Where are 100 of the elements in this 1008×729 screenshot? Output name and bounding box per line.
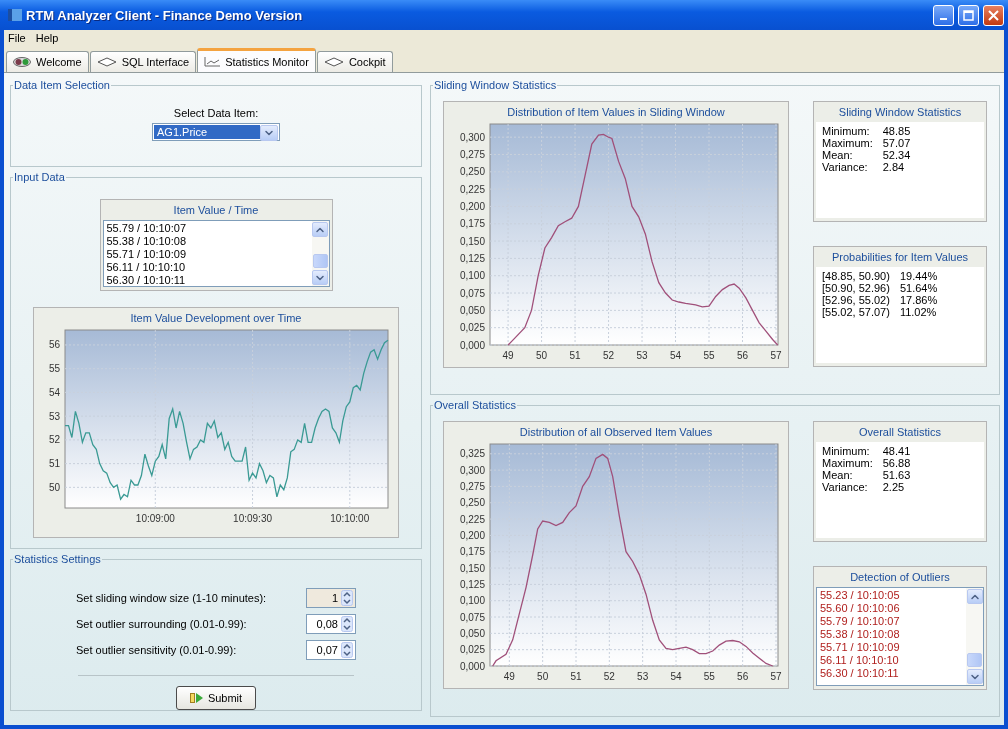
- section-title: Data Item Selection: [13, 79, 111, 91]
- list-item[interactable]: 56.11 / 10:10:10: [106, 261, 312, 274]
- axis-label: 0,050: [459, 304, 485, 316]
- axis-label: 0,100: [459, 270, 485, 282]
- axis-label: 0,175: [459, 546, 485, 558]
- stat-label: Mean:: [822, 469, 854, 481]
- stat-label: Maximum:: [822, 457, 873, 469]
- number-spinner[interactable]: 0,07: [306, 640, 356, 660]
- list-item[interactable]: 56.11 / 10:10:10: [820, 654, 966, 667]
- stat-value: 11.02%: [899, 306, 938, 318]
- close-icon: [988, 9, 999, 21]
- scroll-down-button[interactable]: [966, 669, 983, 684]
- axis-label: 0,300: [459, 464, 485, 476]
- list-item[interactable]: 55.60 / 10:10:06: [820, 602, 966, 615]
- close-button[interactable]: [983, 4, 1004, 26]
- tab[interactable]: Statistics Monitor: [197, 48, 316, 72]
- axis-label: 50: [48, 481, 60, 493]
- axis-label: 55: [703, 671, 715, 682]
- axis-label: 54: [48, 386, 60, 398]
- axis-label: 55: [48, 363, 60, 375]
- minimize-icon: [940, 18, 947, 20]
- stat-label: [50.90, 52.96): [822, 282, 890, 294]
- axis-label: 53: [48, 410, 60, 422]
- axis-label: 49: [503, 671, 515, 682]
- list-item[interactable]: 55.38 / 10:10:08: [106, 235, 312, 248]
- axis-label: 0,325: [459, 448, 485, 460]
- list-item[interactable]: 56.30 / 10:10:11: [820, 667, 966, 680]
- tab[interactable]: Cockpit: [316, 51, 393, 72]
- scroll-thumb[interactable]: [967, 653, 982, 667]
- stat-value: 2.84: [882, 161, 906, 173]
- axis-label: 54: [669, 350, 682, 361]
- diamond-icon: [323, 57, 344, 67]
- axis-label: 57: [770, 671, 782, 682]
- stat-value: 48.85: [882, 125, 912, 137]
- submit-button[interactable]: Submit: [176, 686, 256, 710]
- list-item[interactable]: 55.71 / 10:10:09: [106, 248, 312, 261]
- window-title: RTM Analyzer Client - Finance Demo Version: [26, 7, 304, 23]
- number-spinner[interactable]: 0,08: [306, 614, 356, 634]
- play-icon: [189, 692, 204, 704]
- axis-label: 51: [48, 458, 60, 470]
- axis-label: 52: [603, 350, 615, 361]
- axis-label: 0,300: [459, 131, 485, 143]
- maximize-icon: [963, 9, 974, 21]
- section-title: Statistics Settings: [13, 553, 102, 565]
- scrollbar[interactable]: [311, 221, 329, 286]
- panel-title: Probabilities for Item Values: [830, 250, 970, 265]
- stat-label: Variance:: [822, 481, 869, 493]
- menu-item[interactable]: File: [8, 32, 26, 44]
- scroll-thumb[interactable]: [312, 254, 328, 268]
- scroll-up-button[interactable]: [966, 589, 983, 604]
- list-item[interactable]: 55.79 / 10:10:07: [820, 615, 966, 628]
- list-item[interactable]: 55.38 / 10:10:08: [820, 628, 966, 641]
- stat-value: 57.07: [882, 137, 912, 149]
- scrollbar[interactable]: [966, 588, 983, 685]
- list-item[interactable]: 55.79 / 10:10:07: [106, 222, 312, 235]
- stat-label: Minimum:: [822, 445, 871, 457]
- stat-value: 51.63: [882, 469, 912, 481]
- axis-label: 0,150: [459, 562, 485, 574]
- menu-item[interactable]: Help: [35, 32, 59, 44]
- stat-value: 51.64%: [899, 282, 939, 294]
- section-title: Sliding Window Statistics: [433, 79, 558, 91]
- dropdown-button[interactable]: [260, 125, 278, 141]
- axis-label: 56: [48, 339, 60, 351]
- eyes-icon: [13, 57, 31, 67]
- scroll-down-button[interactable]: [312, 270, 328, 285]
- axis-label: 10:10:00: [330, 513, 370, 524]
- axis-label: 10:09:30: [233, 513, 272, 524]
- stat-value: 48.41: [882, 445, 912, 457]
- axis-label: 0,050: [459, 627, 485, 639]
- stat-value: 19.44%: [899, 270, 939, 282]
- tab[interactable]: Welcome: [6, 51, 89, 72]
- axis-label: 0,275: [459, 149, 485, 160]
- spin-arrows-icon[interactable]: [341, 642, 353, 658]
- axis-label: 0,025: [459, 322, 485, 334]
- stat-value: 2.25: [882, 481, 906, 493]
- maximize-button[interactable]: [958, 4, 979, 26]
- axis-label: 0,075: [459, 287, 485, 299]
- setting-label: Set sliding window size (1-10 minutes):: [76, 592, 267, 604]
- data-item-dropdown[interactable]: AG1.Price: [152, 123, 280, 141]
- stat-label: Variance:: [822, 161, 869, 173]
- axis-label: 0,200: [459, 529, 485, 541]
- list-item[interactable]: 55.23 / 10:10:05: [820, 589, 966, 602]
- stat-value: 56.88: [882, 457, 912, 469]
- axis-label: 0,250: [459, 497, 485, 509]
- axis-label: 10:09:00: [135, 513, 175, 524]
- axis-label: 57: [770, 350, 782, 361]
- axis-label: 0,150: [459, 235, 485, 247]
- list-item[interactable]: 55.71 / 10:10:09: [820, 641, 966, 654]
- axis-label: 53: [636, 350, 648, 361]
- axis-label: 0,250: [459, 166, 485, 178]
- minimize-button[interactable]: [933, 4, 954, 26]
- panel-title: Sliding Window Statistics: [837, 105, 963, 120]
- axis-label: 50: [537, 671, 549, 682]
- list-item[interactable]: 56.30 / 10:10:11: [106, 274, 312, 287]
- panel-title: Item Value / Time: [172, 203, 260, 218]
- stat-label: Minimum:: [822, 125, 871, 137]
- tab[interactable]: SQL Interface: [89, 51, 197, 72]
- stat-label: [48.85, 50.90): [822, 270, 890, 282]
- scroll-up-button[interactable]: [312, 222, 328, 237]
- spin-arrows-icon[interactable]: [341, 616, 353, 632]
